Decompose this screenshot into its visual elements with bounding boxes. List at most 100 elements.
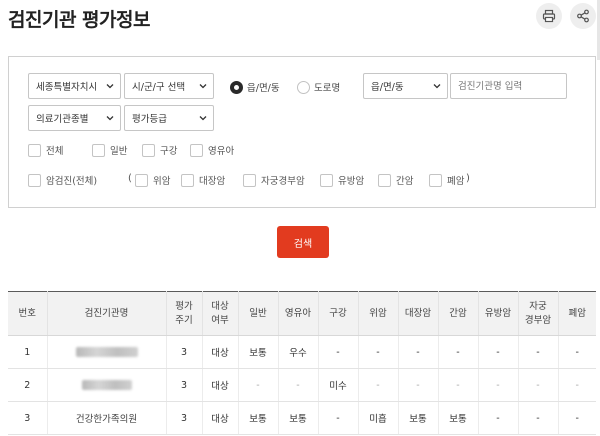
region-select[interactable]: 세종특별자치시 xyxy=(28,73,121,99)
checkbox-icon xyxy=(92,143,105,157)
cell-name[interactable]: 건강한가족의원 xyxy=(47,401,167,435)
radio-checked-icon xyxy=(230,80,243,94)
checkbox-breast[interactable]: 유방암 xyxy=(320,173,364,187)
cell-colon: - xyxy=(398,335,439,369)
grade-select[interactable]: 평가등급 xyxy=(124,105,214,131)
print-icon xyxy=(542,9,556,23)
radio-road[interactable]: 도로명 xyxy=(297,80,340,94)
cell-infant: - xyxy=(278,368,319,402)
checkbox-colon[interactable]: 대장암 xyxy=(181,173,225,187)
header-colon: 대장암 xyxy=(398,291,439,336)
checkbox-cervical-label: 자궁경부암 xyxy=(261,176,305,187)
header-stomach: 위암 xyxy=(358,291,399,336)
district-select[interactable]: 시/군/구 선택 xyxy=(124,73,214,99)
cell-breast: - xyxy=(478,335,519,369)
checkbox-lung-label: 폐암 xyxy=(447,176,465,187)
share-button[interactable] xyxy=(570,3,596,29)
header-dental: 구강 xyxy=(318,291,359,336)
checkbox-stomach-label: 위암 xyxy=(153,176,171,187)
redacted-name xyxy=(81,380,132,390)
checkbox-all-label: 전체 xyxy=(46,146,64,157)
chevron-down-icon xyxy=(106,116,114,121)
cell-no: 3 xyxy=(8,401,48,435)
header-name: 검진기관명 xyxy=(47,291,167,336)
header-breast: 유방암 xyxy=(478,291,519,336)
cell-colon: 보통 xyxy=(398,401,439,435)
cell-dental: - xyxy=(318,335,359,369)
redacted-name xyxy=(75,347,138,357)
checkbox-icon xyxy=(28,143,41,157)
checkbox-icon xyxy=(190,143,203,157)
chevron-down-icon xyxy=(433,84,441,89)
checkbox-all[interactable]: 전체 xyxy=(28,143,63,157)
header-infant: 영유아 xyxy=(278,291,319,336)
checkbox-dental[interactable]: 구강 xyxy=(142,143,177,157)
cell-infant: 우수 xyxy=(278,335,319,369)
cell-colon: - xyxy=(398,368,439,402)
checkbox-icon xyxy=(243,173,256,187)
checkbox-stomach[interactable]: 위암 xyxy=(135,173,170,187)
cell-cervical: - xyxy=(518,335,559,369)
cell-cervical: - xyxy=(518,368,559,402)
checkbox-colon-label: 대장암 xyxy=(199,176,226,187)
table-row[interactable]: 2 3 대상 - - 미수 - - - - - - xyxy=(8,368,596,402)
top-actions xyxy=(536,3,596,29)
checkbox-cancer-all-label: 암검진(전체) xyxy=(46,176,98,187)
cell-liver: - xyxy=(438,335,479,369)
header-cycle: 평가 주기 xyxy=(166,291,203,336)
checkbox-cervical[interactable]: 자궁경부암 xyxy=(243,173,305,187)
checkbox-icon xyxy=(429,173,442,187)
cell-no: 1 xyxy=(8,335,48,369)
header-lung: 폐암 xyxy=(558,291,596,336)
header-cervical: 자궁 경부암 xyxy=(518,291,559,336)
checkbox-liver[interactable]: 간암 xyxy=(378,173,413,187)
checkbox-lung[interactable]: 폐암 xyxy=(429,173,464,187)
region-select-value: 세종특별자치시 xyxy=(36,82,98,93)
institution-name-input[interactable] xyxy=(450,73,567,99)
cell-dental: - xyxy=(318,401,359,435)
checkbox-liver-label: 간암 xyxy=(396,176,414,187)
chevron-down-icon xyxy=(199,84,207,89)
cell-cycle: 3 xyxy=(166,368,203,402)
table-row[interactable]: 3 건강한가족의원 3 대상 보통 보통 - 미흡 보통 보통 - - - xyxy=(8,401,596,435)
checkbox-general-label: 일반 xyxy=(110,146,128,157)
radio-eupmyeondong[interactable]: 읍/면/동 xyxy=(230,80,280,94)
search-button[interactable]: 검색 xyxy=(277,226,329,258)
cell-no: 2 xyxy=(8,368,48,402)
cell-name[interactable] xyxy=(47,335,167,369)
cell-general: 보통 xyxy=(238,335,279,369)
cell-breast: - xyxy=(478,401,519,435)
header-no: 번호 xyxy=(8,291,48,336)
cell-target: 대상 xyxy=(202,401,239,435)
results-table: 번호 검진기관명 평가 주기 대상 여부 일반 영유아 구강 위암 대장암 간암 유… xyxy=(8,291,596,435)
checkbox-cancer-all[interactable]: 암검진(전체) xyxy=(28,173,97,187)
cell-target: 대상 xyxy=(202,368,239,402)
checkbox-general[interactable]: 일반 xyxy=(92,143,127,157)
header-target: 대상 여부 xyxy=(202,291,239,336)
cell-target: 대상 xyxy=(202,335,239,369)
table-row[interactable]: 1 3 대상 보통 우수 - - - - - - - xyxy=(8,335,596,369)
print-button[interactable] xyxy=(536,3,562,29)
radio-road-label: 도로명 xyxy=(314,83,341,94)
cell-liver: - xyxy=(438,368,479,402)
share-icon xyxy=(577,9,589,23)
cell-cycle: 3 xyxy=(166,335,203,369)
eupmyeondong-select[interactable]: 읍/면/동 xyxy=(363,73,448,99)
cell-cervical: - xyxy=(518,401,559,435)
checkbox-infant[interactable]: 영유아 xyxy=(190,143,234,157)
institution-type-select[interactable]: 의료기관종별 xyxy=(28,105,121,131)
radio-unchecked-icon xyxy=(297,80,310,94)
cell-cycle: 3 xyxy=(166,401,203,435)
checkbox-icon xyxy=(181,173,194,187)
district-select-value: 시/군/구 선택 xyxy=(132,82,186,93)
cell-general: - xyxy=(238,368,279,402)
cell-breast: - xyxy=(478,368,519,402)
checkbox-breast-label: 유방암 xyxy=(338,176,365,187)
checkbox-icon xyxy=(135,173,148,187)
eupmyeondong-select-value: 읍/면/동 xyxy=(371,82,404,93)
cell-name[interactable] xyxy=(47,368,167,402)
header-liver: 간암 xyxy=(438,291,479,336)
header-general: 일반 xyxy=(238,291,279,336)
table-header-row: 번호 검진기관명 평가 주기 대상 여부 일반 영유아 구강 위암 대장암 간암 유… xyxy=(8,291,596,336)
cell-stomach: - xyxy=(358,335,399,369)
